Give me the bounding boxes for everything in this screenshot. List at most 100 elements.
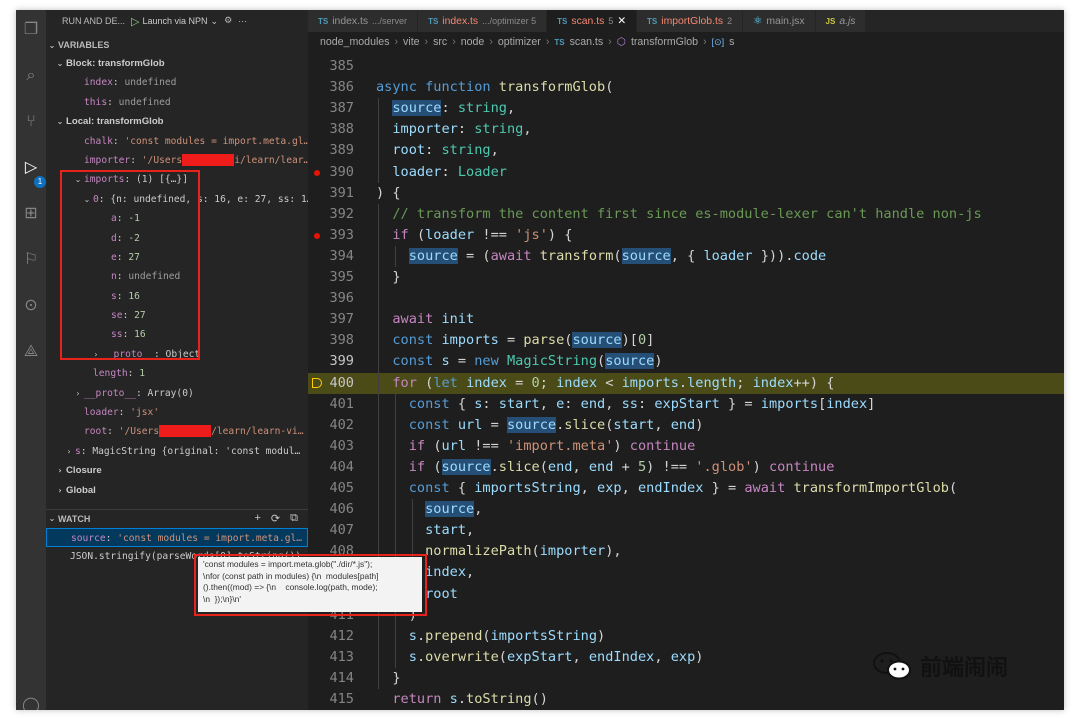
tab-label: importGlob.ts bbox=[661, 15, 724, 27]
extensions-icon[interactable]: ⊞ bbox=[16, 198, 46, 228]
run-title: RUN AND DE... bbox=[62, 16, 126, 26]
debug-badge: 1 bbox=[34, 176, 46, 188]
code-line: 406 source, bbox=[308, 499, 1064, 520]
gear-icon[interactable]: ⚙ bbox=[224, 16, 232, 26]
editor-tab[interactable]: TS importGlob.ts 2 bbox=[637, 10, 744, 32]
line-number: 388 bbox=[329, 121, 354, 138]
code-line: 393 if (loader !== 'js') { bbox=[308, 225, 1064, 246]
code-text: // transform the content first since es-… bbox=[392, 205, 982, 222]
variable-row[interactable]: this: undefined bbox=[46, 93, 308, 112]
chevron-right-icon: › bbox=[58, 485, 62, 495]
variable-name: __proto__ bbox=[84, 387, 136, 399]
line-number: 393 bbox=[329, 226, 354, 243]
wechat-icon bbox=[872, 651, 912, 681]
variable-row[interactable]: importer: '/Users i/learn/lear… bbox=[46, 151, 308, 170]
remote-icon[interactable]: ⟁ bbox=[16, 336, 46, 366]
line-number: 385 bbox=[329, 58, 354, 74]
watch-section-header[interactable]: ⌄ WATCH + ⟳ ⧉ bbox=[46, 509, 308, 527]
variable-row[interactable]: › __proto__: Array(0) bbox=[46, 384, 308, 403]
vscode-window: ❐ ⌕ ⑂ ▷ 1 ⊞ ⚐ ⊙ ⟁ ◯ RUN AND DE... ▷ Laun… bbox=[16, 10, 1064, 710]
chevron-down-icon: ⌄ bbox=[210, 15, 219, 26]
explorer-icon[interactable]: ❐ bbox=[16, 14, 46, 44]
variable-name: index bbox=[84, 77, 113, 89]
breadcrumb-item[interactable]: node bbox=[461, 36, 485, 48]
breakpoint-icon[interactable] bbox=[314, 169, 320, 176]
code-line: 407 start, bbox=[308, 520, 1064, 541]
code-text: if (source.slice(end, end + 5) !== '.glo… bbox=[408, 458, 835, 475]
code-line: 387 source: string, bbox=[308, 98, 1064, 119]
redaction-mark bbox=[159, 425, 212, 438]
variable-row[interactable]: length: 1 bbox=[46, 364, 308, 383]
scope-header[interactable]: ⌄ Local: transformGlob bbox=[46, 112, 308, 131]
breadcrumb-item[interactable]: scan.ts bbox=[570, 36, 604, 48]
refresh-icon[interactable]: ⟳ bbox=[271, 512, 280, 525]
line-number: 403 bbox=[329, 437, 354, 454]
watch-item[interactable]: source: 'const modules = import.meta.gl… bbox=[46, 528, 308, 548]
code-line: 388 importer: string, bbox=[308, 119, 1064, 140]
code-line: 397 await init bbox=[308, 309, 1064, 330]
indent-guide bbox=[378, 203, 379, 689]
variable-row[interactable]: index: undefined bbox=[46, 73, 308, 92]
code-text: ) { bbox=[376, 184, 401, 201]
tab-label: main.jsx bbox=[766, 15, 805, 27]
code-text: start, bbox=[425, 522, 475, 539]
variable-row[interactable]: root: '/Users/learn/learn-vi… bbox=[46, 422, 308, 441]
bookmark-icon[interactable]: ⚐ bbox=[16, 244, 46, 274]
code-text: const { s: start, e: end, ss: expStart }… bbox=[408, 395, 876, 412]
typescript-file-icon: TS bbox=[557, 16, 568, 26]
breadcrumb-item[interactable]: optimizer bbox=[498, 36, 541, 48]
editor-tab[interactable]: ⚛ main.jsx bbox=[743, 10, 816, 32]
code-line: 402 const url = source.slice(start, end) bbox=[308, 415, 1064, 436]
breadcrumb-item[interactable]: node_modules bbox=[320, 36, 390, 48]
scope-label: Block: transformGlob bbox=[66, 58, 165, 69]
chevron-down-icon: ⌄ bbox=[48, 514, 56, 523]
tab-label: scan.ts bbox=[571, 15, 605, 27]
more-icon[interactable]: ⋯ bbox=[238, 16, 247, 27]
line-number: 415 bbox=[329, 691, 354, 707]
editor-tab[interactable]: JS a.js bbox=[815, 10, 867, 32]
code-text: const imports = parse(source)[0] bbox=[392, 332, 655, 349]
source-control-icon[interactable]: ⑂ bbox=[16, 106, 46, 136]
line-number: 398 bbox=[329, 332, 354, 349]
variable-name: loader bbox=[84, 407, 119, 419]
variable-row[interactable]: chalk: 'const modules = import.meta.gl… bbox=[46, 132, 308, 151]
close-icon[interactable]: ✕ bbox=[617, 15, 626, 27]
code-line: 405 const { importsString, exp, endIndex… bbox=[308, 478, 1064, 499]
collapse-all-icon[interactable]: ⧉ bbox=[290, 512, 298, 525]
variable-row[interactable]: loader: 'jsx' bbox=[46, 403, 308, 422]
variable-row[interactable]: › s: MagicString {original: 'const modul… bbox=[46, 442, 308, 461]
scope-header[interactable]: ⌄ Block: transformGlob bbox=[46, 54, 308, 73]
editor-tab[interactable]: TS scan.ts 5 ✕ bbox=[547, 10, 638, 32]
breadcrumb-item[interactable]: src bbox=[433, 36, 447, 48]
account-icon[interactable]: ◯ bbox=[16, 690, 46, 710]
add-expression-icon[interactable]: + bbox=[254, 512, 260, 525]
breadcrumb-item[interactable]: s bbox=[729, 36, 734, 48]
code-text: source: string, bbox=[392, 100, 516, 117]
chevron-right-icon: › bbox=[424, 36, 429, 48]
function-icon: ⬡ bbox=[616, 36, 626, 48]
scope-header[interactable]: › Closure bbox=[46, 461, 308, 480]
watermark-text: 前端闹闹 bbox=[920, 656, 1009, 681]
scope-header[interactable]: › Global bbox=[46, 481, 308, 500]
chevron-down-icon: ⌄ bbox=[56, 59, 64, 68]
code-line: 396 bbox=[308, 288, 1064, 309]
git-graph-icon[interactable]: ⊙ bbox=[16, 290, 46, 320]
line-number: 412 bbox=[329, 627, 354, 644]
launch-config-select[interactable]: ▷ Launch via NPN ⌄ bbox=[131, 15, 218, 28]
search-icon[interactable]: ⌕ bbox=[16, 60, 46, 90]
breadcrumb-item[interactable]: vite bbox=[403, 36, 420, 48]
chevron-right-icon: › bbox=[58, 466, 62, 476]
code-text: if (loader !== 'js') { bbox=[392, 226, 573, 243]
breakpoint-icon[interactable] bbox=[314, 232, 320, 239]
editor-tab[interactable]: TS index.ts .../server bbox=[308, 10, 419, 32]
breadcrumb-item[interactable]: transformGlob bbox=[631, 36, 698, 48]
tab-label: index.ts bbox=[442, 15, 479, 27]
code-line: 394 source = (await transform(source, { … bbox=[308, 246, 1064, 267]
start-debug-icon[interactable]: ▷ bbox=[131, 15, 139, 28]
editor-tab[interactable]: TS index.ts .../optimizer 5 bbox=[418, 10, 548, 32]
variables-section-header[interactable]: ⌄ VARIABLES bbox=[46, 36, 308, 54]
code-line: 415 return s.toString() bbox=[308, 689, 1064, 710]
execution-pointer-icon bbox=[312, 377, 322, 388]
code-line: 391) { bbox=[308, 183, 1064, 204]
code-line: 401 const { s: start, e: end, ss: expSta… bbox=[308, 394, 1064, 415]
